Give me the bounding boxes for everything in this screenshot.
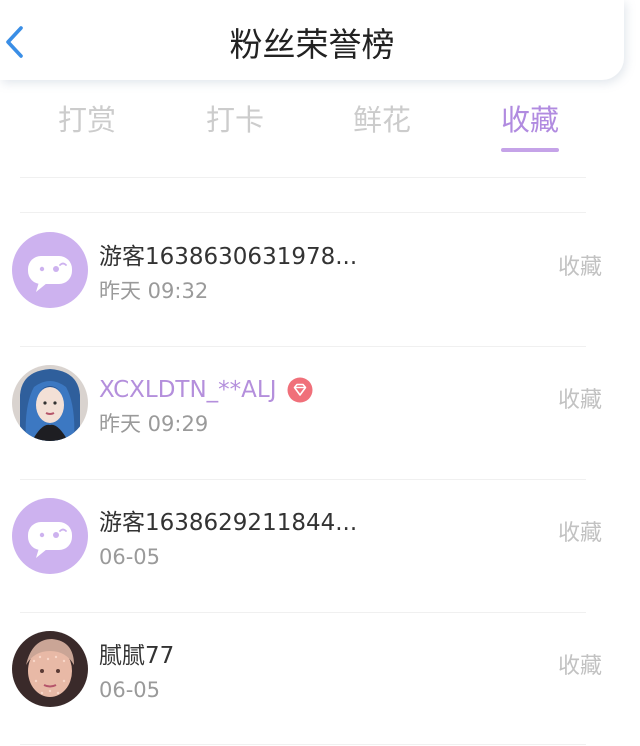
list-item[interactable]: 游客1638630631978... 昨天 09:32 收藏 <box>0 215 640 325</box>
user-name-text: XCXLDTN_**ALJ <box>99 377 277 403</box>
divider <box>20 346 586 347</box>
vip-diamond-icon <box>287 377 313 403</box>
avatar[interactable] <box>12 631 88 707</box>
avatar[interactable] <box>12 498 88 574</box>
tab-flowers[interactable]: 鲜花 <box>353 100 411 156</box>
timestamp: 06-05 <box>99 545 161 569</box>
user-name[interactable]: 游客1638629211844... <box>99 508 357 538</box>
tab-favorites[interactable]: 收藏 <box>501 100 560 156</box>
user-name-text: 游客1638629211844... <box>99 510 358 536</box>
user-photo-icon <box>12 365 88 441</box>
tab-label: 鲜花 <box>353 103 412 137</box>
page-title: 粉丝荣誉榜 <box>229 25 395 64</box>
list-item[interactable]: XCXLDTN_**ALJ 昨天 09:29 收藏 <box>0 348 640 458</box>
list-item[interactable]: 腻腻77 06-05 收藏 <box>0 614 640 724</box>
divider <box>20 479 586 480</box>
tab-label: 打赏 <box>58 103 117 137</box>
timestamp: 06-05 <box>99 678 161 702</box>
chat-bubble-icon <box>28 522 72 558</box>
action-label: 收藏 <box>557 255 602 280</box>
chat-bubble-icon <box>28 256 72 292</box>
action-label: 收藏 <box>557 654 602 679</box>
divider <box>20 612 586 613</box>
tab-checkin[interactable]: 打卡 <box>206 100 264 156</box>
fan-honor-screen: 粉丝荣誉榜 打赏 打卡 鲜花 收藏 游客1638630631978... 昨天 … <box>0 0 640 746</box>
user-name[interactable]: 游客1638630631978... <box>99 242 357 272</box>
action-label: 收藏 <box>557 521 602 546</box>
user-photo-icon <box>12 631 88 707</box>
tab-label: 打卡 <box>206 103 265 137</box>
divider <box>20 177 586 178</box>
tab-bar: 打赏 打卡 鲜花 收藏 <box>0 96 640 166</box>
timestamp: 昨天 09:32 <box>99 279 209 303</box>
avatar[interactable] <box>12 232 88 308</box>
active-tab-indicator <box>501 148 560 152</box>
divider <box>20 744 586 745</box>
user-name[interactable]: 腻腻77 <box>99 641 174 671</box>
tab-reward[interactable]: 打赏 <box>58 100 116 156</box>
divider <box>20 212 586 213</box>
user-name-text: 腻腻77 <box>99 643 175 669</box>
top-bar: 粉丝荣誉榜 <box>0 0 624 80</box>
tab-label: 收藏 <box>501 103 560 137</box>
user-name[interactable]: XCXLDTN_**ALJ <box>99 375 313 405</box>
action-label: 收藏 <box>557 388 602 413</box>
user-name-text: 游客1638630631978... <box>99 244 358 270</box>
timestamp: 昨天 09:29 <box>99 412 209 436</box>
list-item[interactable]: 游客1638629211844... 06-05 收藏 <box>0 481 640 591</box>
avatar[interactable] <box>12 365 88 441</box>
